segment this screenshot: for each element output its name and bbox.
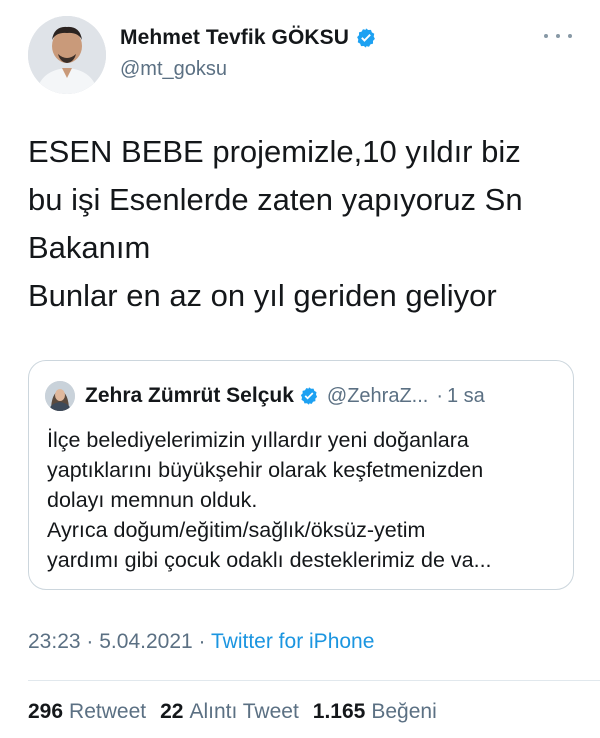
quoted-tweet-text: İlçe belediyelerimizin yıllardır yeni do… xyxy=(47,425,567,575)
more-dot xyxy=(544,34,548,38)
tweet-date[interactable]: 5.04.2021 xyxy=(99,630,192,653)
quoted-author-handle: @ZehraZ... xyxy=(326,384,429,407)
author-handle[interactable]: @mt_goksu xyxy=(120,58,227,81)
likes-count: 1.165 xyxy=(312,700,366,723)
quoted-tweet-header: Zehra Zümrüt Selçuk @ZehraZ... · 1 sa xyxy=(45,381,485,411)
tweet-time[interactable]: 23:23 xyxy=(28,630,81,653)
author-avatar-image xyxy=(28,16,106,94)
quoted-tweet-line: Ayrıca doğum/eğitim/sağlık/öksüz-yetim xyxy=(47,518,426,542)
separator-dot: · xyxy=(198,630,206,653)
verified-badge-icon xyxy=(299,386,319,406)
tweet-line: ESEN BEBE projemizle,10 yıldır biz xyxy=(28,134,521,169)
tweet-source-link[interactable]: Twitter for iPhone xyxy=(211,630,374,653)
quote-tweets-count: 22 xyxy=(160,700,184,723)
tweet-text: ESEN BEBE projemizle,10 yıldır biz bu iş… xyxy=(28,128,588,320)
more-dot xyxy=(556,34,560,38)
tweet-line: Bakanım xyxy=(28,230,151,265)
quote-tweets-label: Alıntı Tweet xyxy=(189,700,299,723)
quoted-tweet-time: 1 sa xyxy=(447,384,485,407)
quoted-tweet-line: dolayı memnun olduk. xyxy=(47,488,258,512)
likes-label: Beğeni xyxy=(371,700,437,723)
tweet-line: bu işi Esenlerde zaten yapıyoruz Sn xyxy=(28,182,523,217)
quote-tweets-stat[interactable]: 22 Alıntı Tweet xyxy=(160,700,299,724)
quoted-author-avatar-image xyxy=(45,381,75,411)
separator-dot: · xyxy=(86,630,94,653)
tweet-stats: 296 Retweet 22 Alıntı Tweet 1.165 Beğeni xyxy=(28,700,451,724)
divider xyxy=(28,680,600,681)
author-name-row: Mehmet Tevfik GÖKSU xyxy=(120,26,377,50)
separator-dot: · xyxy=(436,384,443,407)
quoted-author-name: Zehra Zümrüt Selçuk xyxy=(85,384,294,407)
tweet-metadata: 23:23 · 5.04.2021 · Twitter for iPhone xyxy=(28,630,374,654)
author-avatar[interactable] xyxy=(28,16,106,94)
quoted-author-avatar xyxy=(45,381,75,411)
likes-stat[interactable]: 1.165 Beğeni xyxy=(313,700,437,724)
verified-badge-icon xyxy=(355,27,377,49)
retweets-stat[interactable]: 296 Retweet xyxy=(28,700,146,724)
more-dot xyxy=(568,34,572,38)
quoted-tweet-line: yardımı gibi çocuk odaklı desteklerimiz … xyxy=(47,548,492,572)
tweet-header: Mehmet Tevfik GÖKSU @mt_goksu xyxy=(28,16,588,96)
quoted-tweet-line: yaptıklarını büyükşehir olarak keşfetmen… xyxy=(47,458,484,482)
retweets-count: 296 xyxy=(28,700,64,723)
quoted-tweet-card[interactable]: Zehra Zümrüt Selçuk @ZehraZ... · 1 sa İl… xyxy=(28,360,574,590)
tweet-line: Bunlar en az on yıl geriden geliyor xyxy=(28,278,497,313)
author-name[interactable]: Mehmet Tevfik GÖKSU xyxy=(120,26,349,50)
retweets-label: Retweet xyxy=(69,700,147,723)
more-options-icon[interactable] xyxy=(544,30,572,42)
quoted-tweet-line: İlçe belediyelerimizin yıllardır yeni do… xyxy=(47,428,469,452)
